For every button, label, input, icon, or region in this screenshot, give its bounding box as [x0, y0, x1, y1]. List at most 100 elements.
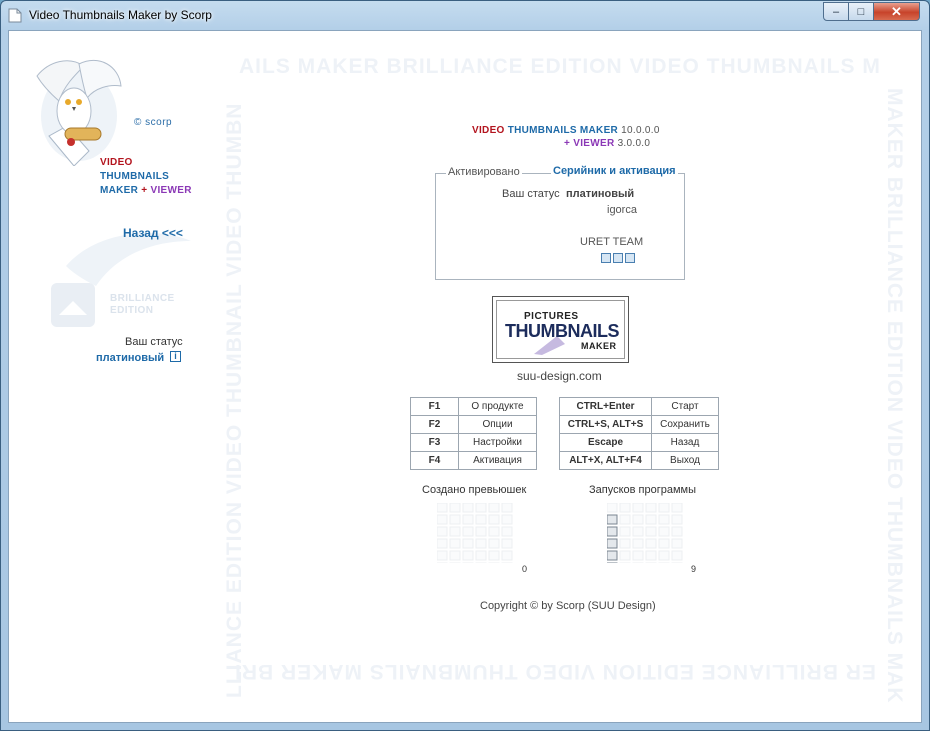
meter-cell — [619, 503, 631, 513]
meter-cell — [632, 538, 644, 549]
meter-cell-filled — [607, 550, 618, 561]
mini-window-icon[interactable] — [625, 253, 635, 263]
meter-cell — [501, 538, 513, 549]
mini-window-icon[interactable] — [601, 253, 611, 263]
meter-cell — [501, 503, 513, 513]
shortcuts-table-left: F1 О продукте F2 Опции F3 Настройки F4 Актив… — [410, 397, 537, 470]
shortcut-key: CTRL+Enter — [559, 397, 652, 416]
info-icon[interactable]: i — [170, 351, 181, 362]
meter-cell — [632, 550, 644, 561]
table-row: F4 Активация — [410, 451, 537, 470]
meter-cell — [645, 503, 657, 513]
product-logo-text: VIDEO THUMBNAILS MAKER + VIEWER — [100, 156, 192, 198]
activation-legend: Активировано — [446, 166, 522, 178]
meter-cell — [488, 550, 500, 561]
owl-logo-icon — [36, 59, 122, 166]
logo-plus: + — [141, 185, 148, 196]
meter-cell-filled — [607, 526, 618, 537]
table-row: CTRL+Enter Старт — [559, 397, 719, 416]
runs-counter-value: 9 — [691, 564, 697, 574]
shortcut-action: Активация — [458, 451, 537, 470]
shortcut-action: Старт — [651, 397, 719, 416]
activation-mini-buttons — [601, 253, 635, 263]
watermark-right: MAKER BRILLIANCE EDITION VIDEO THUMBNAIL… — [883, 88, 906, 704]
maximize-button[interactable]: □ — [848, 2, 874, 21]
version-viewer-label: + VIEWER — [564, 138, 615, 149]
activation-group — [435, 173, 685, 280]
vtm-version-number: 10.0.0.0 — [621, 125, 660, 136]
mini-window-icon[interactable] — [613, 253, 623, 263]
meter-cell — [658, 538, 670, 549]
activation-user: igorca — [607, 204, 637, 216]
back-link[interactable]: Назад <<< — [123, 226, 183, 240]
logo-viewer: VIEWER — [150, 185, 192, 196]
meter-cell — [475, 514, 487, 525]
edition-line-2: EDITION — [110, 305, 154, 316]
meter-cell — [488, 514, 500, 525]
activation-team: URET TEAM — [580, 236, 644, 248]
serial-activation-link[interactable]: Серийник и активация — [551, 165, 678, 177]
shortcut-action: Сохранить — [651, 415, 719, 434]
meter-cell — [658, 514, 670, 525]
runs-counter-meter — [607, 503, 683, 563]
table-row: ALT+X, ALT+F4 Выход — [559, 451, 719, 470]
minimize-button[interactable]: – — [823, 2, 849, 21]
meter-cell — [658, 503, 670, 513]
shortcut-key: F4 — [410, 451, 459, 470]
table-row: F2 Опции — [410, 415, 537, 434]
edition-line-1: BRILLIANCE — [110, 293, 175, 304]
close-icon: ✕ — [891, 3, 902, 19]
shortcut-key: F3 — [410, 433, 459, 452]
edition-label: BRILLIANCE EDITION — [110, 293, 175, 317]
meter-cell — [501, 526, 513, 537]
viewer-version-line: + VIEWER 3.0.0.0 — [564, 138, 650, 149]
runs-counter-title: Запусков программы — [589, 484, 697, 496]
shortcut-action: Назад — [651, 433, 719, 452]
close-button[interactable]: ✕ — [873, 2, 920, 21]
meter-cell — [437, 514, 448, 525]
meter-cell — [449, 514, 461, 525]
site-link[interactable]: suu-design.com — [517, 369, 602, 383]
sidebar-status-value: платиновый — [96, 352, 165, 364]
meter-cell — [501, 550, 513, 561]
meter-cell — [632, 526, 644, 537]
version-video-label: VIDEO — [472, 125, 505, 136]
shortcut-action: О продукте — [458, 397, 537, 416]
meter-cell — [462, 538, 474, 549]
meter-cell — [475, 550, 487, 561]
scorp-credit: © scorp — [134, 117, 173, 128]
watermark-top: AILS MAKER BRILLIANCE EDITION VIDEO THUM… — [239, 55, 881, 78]
meter-cell — [475, 538, 487, 549]
title-bar[interactable]: Video Thumbnails Maker by Scorp – □ ✕ — [1, 1, 929, 30]
meter-cell — [632, 503, 644, 513]
table-row: CTRL+S, ALT+S Сохранить — [559, 415, 719, 434]
logo-thumbnails: THUMBNAILS — [100, 171, 170, 182]
shortcut-key: F2 — [410, 415, 459, 434]
meter-cell — [437, 550, 448, 561]
pictures-thumbnails-logo[interactable]: PICTURES THUMBNAILS MAKER — [492, 296, 629, 363]
shortcut-key: ALT+X, ALT+F4 — [559, 451, 652, 470]
edition-icon — [51, 283, 95, 327]
meter-cell — [658, 550, 670, 561]
meter-cell — [462, 514, 474, 525]
shortcut-action: Настройки — [458, 433, 537, 452]
shortcuts-table-right: CTRL+Enter Старт CTRL+S, ALT+S Сохранить E… — [559, 397, 719, 470]
meter-cell — [437, 526, 448, 537]
sidebar-status-label: Ваш статус — [125, 336, 183, 348]
shortcut-key: F1 — [410, 397, 459, 416]
meter-cell — [671, 550, 683, 561]
meter-cell — [449, 550, 461, 561]
meter-cell — [475, 503, 487, 513]
shortcut-key: Escape — [559, 433, 652, 452]
thumbs-counter-title: Создано превьюшек — [422, 484, 527, 496]
meter-cell — [619, 550, 631, 561]
meter-cell — [619, 526, 631, 537]
meter-cell — [488, 538, 500, 549]
meter-cell — [462, 526, 474, 537]
logo-maker: MAKER — [100, 185, 139, 196]
table-row: F3 Настройки — [410, 433, 537, 452]
meter-cell — [671, 514, 683, 525]
meter-cell — [462, 503, 474, 513]
meter-cell — [671, 503, 683, 513]
logo-video: VIDEO — [100, 157, 133, 168]
